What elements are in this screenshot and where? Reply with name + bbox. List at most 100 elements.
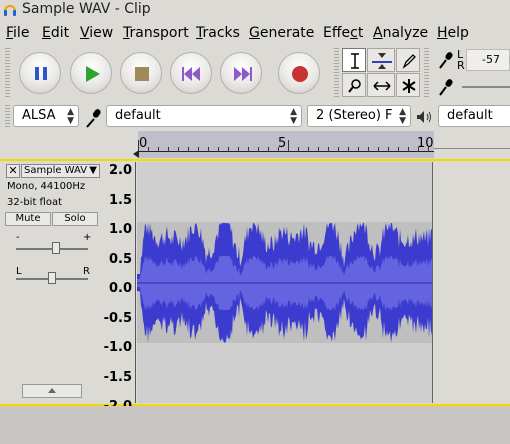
solo-button[interactable]: Solo <box>52 212 98 226</box>
input-channels-select[interactable]: 2 (Stereo) F ▲ ▼ <box>307 105 411 127</box>
ruler-tick <box>318 147 319 152</box>
dropdown-arrow-icon: ▼ <box>89 165 97 176</box>
multi-tool[interactable] <box>396 73 420 97</box>
selection-tool[interactable] <box>342 48 366 72</box>
gain-slider-thumb[interactable] <box>51 242 60 254</box>
stop-icon <box>135 67 149 81</box>
ruler-tick <box>298 147 299 152</box>
skip-to-end-button[interactable] <box>220 52 262 94</box>
mute-button[interactable]: Mute <box>5 212 51 226</box>
ruler-baseline <box>138 151 434 152</box>
envelope-tool[interactable] <box>367 48 395 72</box>
collapse-arrow-icon <box>48 388 56 393</box>
pencil-icon <box>402 54 416 69</box>
spin-arrows-icon: ▲ ▼ <box>397 106 406 126</box>
tools-grip[interactable] <box>334 48 339 98</box>
ruler-tick <box>378 147 379 152</box>
zoom-tool[interactable] <box>342 73 366 97</box>
menu-help[interactable]: Help <box>437 25 469 41</box>
skip-to-start-icon <box>182 67 200 81</box>
ruler-tick <box>388 147 389 152</box>
vertical-scale-label: 1.0 <box>108 222 132 237</box>
ruler-tick <box>168 147 169 152</box>
draw-tool[interactable] <box>396 48 420 72</box>
spin-arrows-icon: ▲ ▼ <box>290 107 297 126</box>
toolbar-grip[interactable] <box>5 48 10 98</box>
recording-volume-icon <box>439 79 453 96</box>
vertical-scale-label: 1.5 <box>108 192 132 208</box>
vertical-scale-label: 0.5 <box>108 251 132 267</box>
ruler-tick <box>368 147 369 152</box>
menu-view[interactable]: View <box>80 25 113 41</box>
ruler-tick <box>228 147 229 152</box>
ruler-tick <box>398 147 399 152</box>
collapse-track-button[interactable] <box>22 384 82 398</box>
gain-plus-label: + <box>83 232 92 243</box>
menu-edit[interactable]: Edit <box>42 25 69 41</box>
ruler-label-5: 5 <box>278 136 287 151</box>
ruler-tick <box>258 147 259 152</box>
device-toolbar: ALSA ▲ ▼ default ▲ ▼ 2 (Stereo) F ▲ ▼ default <box>0 102 510 130</box>
menu-generate[interactable]: Generate <box>249 25 314 41</box>
spin-arrows-icon: ▲ ▼ <box>67 107 74 126</box>
transport-toolbar: L R -57 <box>0 45 510 101</box>
audacity-logo-icon <box>4 5 16 16</box>
ruler-label-10: 10 <box>417 136 434 151</box>
record-meter-right-label: R <box>457 59 465 72</box>
empty-project-area[interactable] <box>0 406 510 444</box>
ruler-tick <box>238 147 239 152</box>
close-track-button[interactable]: ✕ <box>6 164 20 178</box>
input-device-select[interactable]: default ▲ ▼ <box>106 105 302 127</box>
ruler-tick <box>358 147 359 152</box>
play-button[interactable] <box>70 52 112 94</box>
device-toolbar-grip[interactable] <box>5 105 10 127</box>
play-icon <box>86 66 100 82</box>
empty-track-space[interactable] <box>433 162 510 403</box>
track-name-menu[interactable]: Sample WAV ▼ <box>21 164 100 178</box>
menu-transport[interactable]: Transport <box>123 25 189 41</box>
i-beam-icon <box>351 53 359 69</box>
pause-button[interactable] <box>19 52 61 94</box>
ruler-tick <box>198 147 199 152</box>
skip-to-start-button[interactable] <box>170 52 212 94</box>
record-meter[interactable]: -57 <box>466 49 510 71</box>
ruler-tick <box>188 147 189 152</box>
menu-effect[interactable]: Effect <box>323 25 363 41</box>
menu-file[interactable]: File <box>6 25 29 41</box>
recording-volume-slider[interactable] <box>462 86 510 88</box>
pan-slider-thumb[interactable] <box>48 272 56 284</box>
track-bit-depth-info: 32-bit float <box>7 197 63 208</box>
ruler-baseline-extension <box>434 148 510 149</box>
track-control-panel: ✕ Sample WAV ▼ Mono, 44100Hz 32-bit floa… <box>4 162 101 403</box>
pan-right-label: R <box>83 266 90 277</box>
menu-analyze[interactable]: Analyze <box>373 25 428 41</box>
ruler-label-0: 0 <box>139 136 148 151</box>
ruler-tick <box>208 147 209 152</box>
menu-bar: File Edit View Transport Tracks Generate… <box>0 22 510 44</box>
ruler-tick <box>328 147 329 152</box>
audio-host-select[interactable]: ALSA ▲ ▼ <box>13 105 79 127</box>
ruler-tick <box>338 147 339 152</box>
pause-icon <box>35 67 47 80</box>
speaker-icon <box>417 111 431 123</box>
stop-button[interactable] <box>120 52 162 94</box>
vertical-scale-label: -1.5 <box>103 369 132 385</box>
window-title: Sample WAV - Clip <box>22 1 151 17</box>
ruler-tick <box>308 147 309 152</box>
vertical-scale-label: 2.0 <box>108 163 132 178</box>
ruler-tick <box>268 147 269 152</box>
menu-tracks[interactable]: Tracks <box>196 25 240 41</box>
record-button[interactable] <box>278 52 320 94</box>
meter-grip[interactable] <box>424 48 429 98</box>
ruler-tick <box>158 147 159 152</box>
ruler-tick <box>148 147 149 152</box>
vertical-scale-label: -1.0 <box>103 340 132 355</box>
ruler-tick <box>408 147 409 152</box>
output-device-select[interactable]: default <box>438 105 510 127</box>
time-shift-tool[interactable] <box>367 73 395 97</box>
waveform[interactable] <box>137 162 432 403</box>
ruler-tick <box>248 147 249 152</box>
title-bar: Sample WAV - Clip <box>0 0 510 20</box>
ruler-tick <box>288 140 289 152</box>
play-head-arrow-icon <box>133 150 139 158</box>
